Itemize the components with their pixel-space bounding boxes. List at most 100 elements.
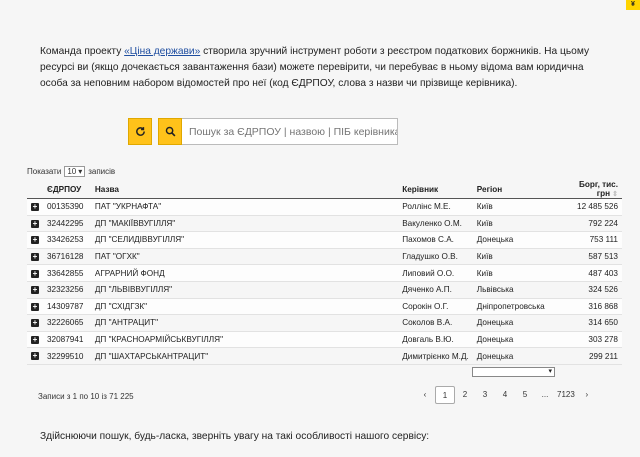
cell-region: Донецька bbox=[472, 314, 555, 332]
header-code[interactable]: ЄДРПОУ bbox=[43, 180, 91, 199]
table-row[interactable]: +32323256 ДП "ЛЬВІВВУГІЛЛЯ" Дяченко А.П. Ль… bbox=[27, 281, 622, 299]
search-icon bbox=[165, 126, 175, 137]
region-filter-select[interactable]: ▾ bbox=[472, 367, 555, 377]
expand-icon[interactable]: + bbox=[31, 335, 39, 344]
cell-name: АГРАРНИЙ ФОНД bbox=[90, 264, 399, 282]
cell-name: ДП "СЕЛИДІВВУГІЛЛЯ" bbox=[90, 231, 399, 249]
table-row[interactable]: +33642855 АГРАРНИЙ ФОНД Липовий О.О. Київ 48… bbox=[27, 264, 622, 282]
cell-head: Довгаль В.Ю. bbox=[398, 331, 473, 349]
cell-debt: 587 513 bbox=[554, 248, 622, 266]
cell-debt: 12 485 526 bbox=[554, 198, 622, 216]
expand-icon[interactable]: + bbox=[31, 319, 39, 328]
cell-head: Роллінс М.Е. bbox=[398, 198, 473, 216]
expand-icon[interactable]: + bbox=[31, 286, 39, 295]
header-expand bbox=[27, 180, 43, 199]
cell-name: ПАТ "УКРНАФТА" bbox=[90, 198, 399, 216]
cell-expand: + bbox=[27, 248, 43, 266]
expand-icon[interactable]: + bbox=[31, 252, 39, 261]
cell-code: 32299510 bbox=[43, 347, 91, 365]
expand-icon[interactable]: + bbox=[31, 302, 39, 311]
cell-region: Київ bbox=[472, 264, 555, 282]
expand-icon[interactable]: + bbox=[31, 269, 39, 278]
cell-region: Донецька bbox=[472, 331, 555, 349]
cell-debt: 316 868 bbox=[554, 298, 622, 316]
refresh-icon bbox=[135, 127, 145, 136]
cell-debt: 487 403 bbox=[554, 264, 622, 282]
pager-page-button[interactable]: 7123 bbox=[555, 386, 577, 404]
pager-ellipsis[interactable]: ... bbox=[535, 386, 555, 404]
refresh-button[interactable] bbox=[128, 118, 152, 145]
cell-debt: 792 224 bbox=[554, 215, 622, 233]
header-head[interactable]: Керівник bbox=[398, 180, 473, 199]
cell-region: Київ bbox=[472, 248, 555, 266]
intro-link[interactable]: «Ціна держави» bbox=[124, 46, 200, 57]
pagination: ‹ 1 2 3 4 5... 7123 › bbox=[415, 386, 597, 404]
pager-page-button[interactable]: 4 bbox=[495, 386, 515, 404]
cell-code: 14309787 bbox=[43, 298, 91, 316]
cell-name: ДП "АНТРАЦИТ" bbox=[90, 314, 399, 332]
cell-expand: + bbox=[27, 215, 43, 233]
table-row[interactable]: +36716128 ПАТ "ОГХК" Гладушко О.В. Київ 587 … bbox=[27, 248, 622, 266]
cell-region: Донецька bbox=[472, 347, 555, 365]
search-row bbox=[128, 118, 398, 145]
cell-head: Дяченко А.П. bbox=[398, 281, 473, 299]
cell-code: 36716128 bbox=[43, 248, 91, 266]
pager-prev-button[interactable]: ‹ bbox=[415, 386, 435, 404]
length-select[interactable]: 10 ▾ bbox=[64, 166, 86, 177]
table-row[interactable]: +33426253 ДП "СЕЛИДІВВУГІЛЛЯ" Пахомов С.А.… bbox=[27, 231, 622, 249]
cell-name: ДП "ШАХТАРСЬКАНТРАЦИТ" bbox=[90, 347, 399, 365]
search-button[interactable] bbox=[158, 118, 182, 145]
expand-icon[interactable]: + bbox=[31, 236, 39, 245]
cell-expand: + bbox=[27, 298, 43, 316]
cell-code: 00135390 bbox=[43, 198, 91, 216]
expand-icon[interactable]: + bbox=[31, 203, 39, 212]
cell-debt: 753 111 bbox=[554, 231, 622, 249]
pager-page-button[interactable]: 5 bbox=[515, 386, 535, 404]
search-input[interactable] bbox=[182, 118, 398, 145]
cell-code: 32442295 bbox=[43, 215, 91, 233]
cell-name: ДП "ЛЬВІВВУГІЛЛЯ" bbox=[90, 281, 399, 299]
cell-region: Донецька bbox=[472, 231, 555, 249]
length-control: Показати 10 ▾ записів bbox=[27, 166, 115, 177]
cell-head: Соколов В.А. bbox=[398, 314, 473, 332]
cell-name: ДП "МАКІЇВВУГІЛЛЯ" bbox=[90, 215, 399, 233]
pager-next-button[interactable]: › bbox=[577, 386, 597, 404]
cell-name: ДП "СХІДГЗК" bbox=[90, 298, 399, 316]
cell-expand: + bbox=[27, 231, 43, 249]
cell-code: 32087941 bbox=[43, 331, 91, 349]
corner-badge[interactable]: ¥ bbox=[626, 0, 640, 10]
cell-head: Липовий О.О. bbox=[398, 264, 473, 282]
pager-page-button[interactable]: 2 bbox=[455, 386, 475, 404]
pager-page-button[interactable]: 3 bbox=[475, 386, 495, 404]
intro-text-before: Команда проекту bbox=[40, 46, 125, 57]
cell-head: Пахомов С.А. bbox=[398, 231, 473, 249]
expand-icon[interactable]: + bbox=[31, 219, 39, 228]
cell-expand: + bbox=[27, 314, 43, 332]
cell-region: Київ bbox=[472, 198, 555, 216]
cell-name: ДП "КРАСНОАРМІЙСЬКВУГІЛЛЯ" bbox=[90, 331, 399, 349]
table-row[interactable]: +00135390 ПАТ "УКРНАФТА" Роллінс М.Е. Київ 1… bbox=[27, 198, 622, 216]
cell-debt: 314 650 bbox=[554, 314, 622, 332]
table-row[interactable]: +32442295 ДП "МАКІЇВВУГІЛЛЯ" Вакуленко О.М… bbox=[27, 215, 622, 233]
header-region[interactable]: Регіон bbox=[472, 180, 555, 199]
cell-head: Сорокін О.Г. bbox=[398, 298, 473, 316]
expand-icon[interactable]: + bbox=[31, 352, 39, 361]
cell-name: ПАТ "ОГХК" bbox=[90, 248, 399, 266]
table-row[interactable]: +32087941 ДП "КРАСНОАРМІЙСЬКВУГІЛЛЯ" Довга… bbox=[27, 331, 622, 349]
debtors-table: ЄДРПОУ Назва Керівник Регіон Борг, тис. … bbox=[27, 180, 622, 365]
table-info: Записи з 1 по 10 із 71 225 bbox=[38, 392, 134, 401]
cell-region: Львівська bbox=[472, 281, 555, 299]
header-debt[interactable]: Борг, тис. грн ⇕ bbox=[554, 180, 622, 199]
table-row[interactable]: +32226065 ДП "АНТРАЦИТ" Соколов В.А. Донець… bbox=[27, 314, 622, 332]
header-name[interactable]: Назва bbox=[90, 180, 399, 199]
pager-page-button[interactable]: 1 bbox=[435, 386, 455, 404]
table-header-row: ЄДРПОУ Назва Керівник Регіон Борг, тис. … bbox=[27, 180, 622, 199]
table-row[interactable]: +14309787 ДП "СХІДГЗК" Сорокін О.Г. Дніпроп… bbox=[27, 298, 622, 316]
chevron-down-icon: ▾ bbox=[78, 167, 83, 176]
cell-code: 32226065 bbox=[43, 314, 91, 332]
length-value: 10 bbox=[67, 167, 77, 176]
cell-code: 33642855 bbox=[43, 264, 91, 282]
cell-debt: 324 526 bbox=[554, 281, 622, 299]
table-row[interactable]: +32299510 ДП "ШАХТАРСЬКАНТРАЦИТ" Димитрієн… bbox=[27, 347, 622, 365]
sort-icon: ⇕ bbox=[612, 191, 618, 198]
